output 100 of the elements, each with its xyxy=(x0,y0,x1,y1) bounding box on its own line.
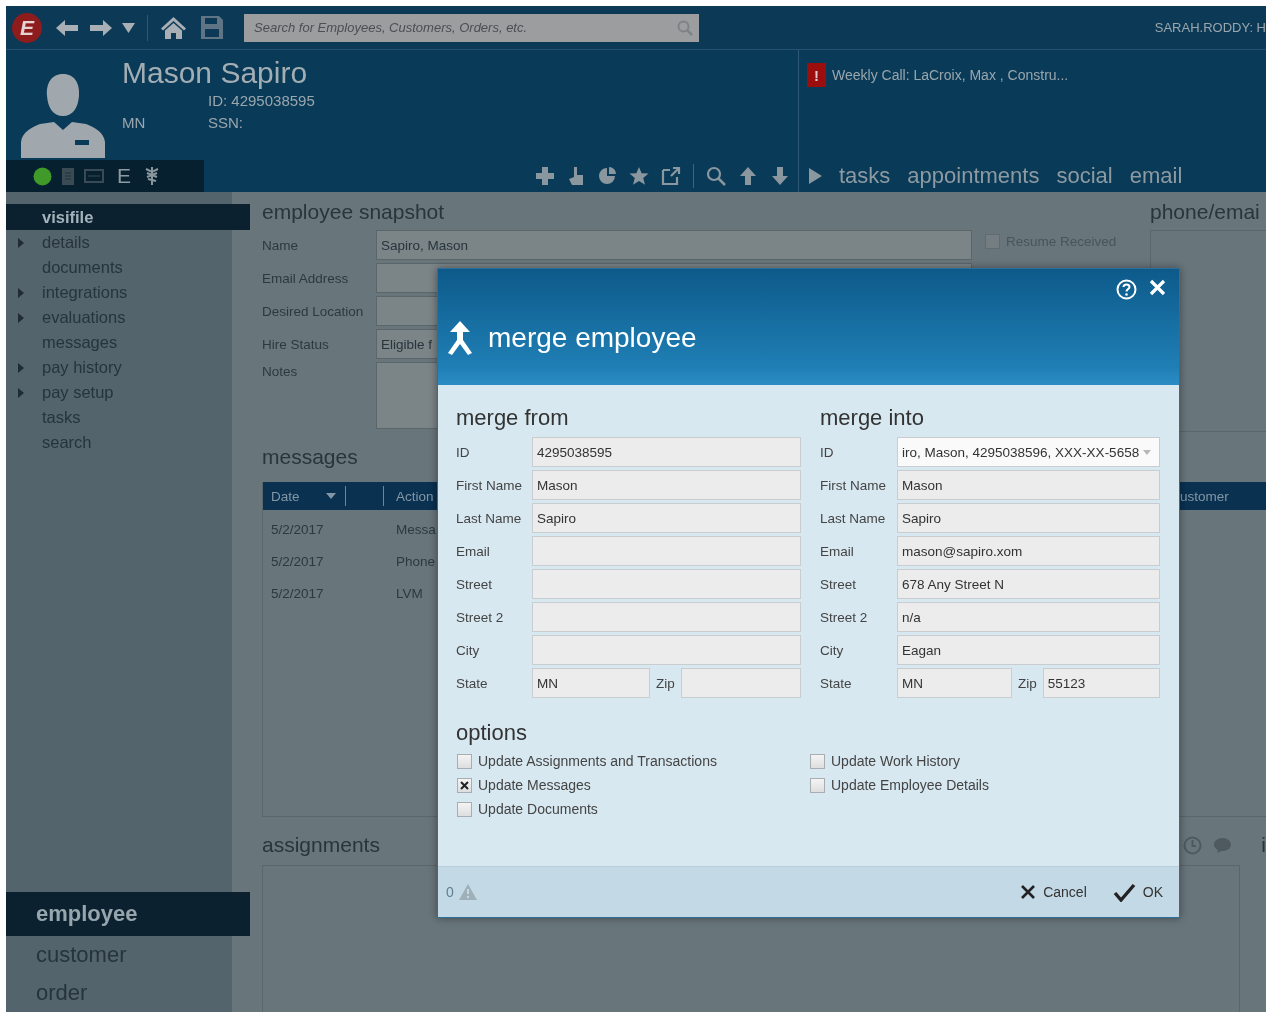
tab[interactable]: tasks xyxy=(839,163,891,189)
text-field[interactable]: Eagan xyxy=(897,635,1160,665)
option-checkbox[interactable]: Update Documents xyxy=(456,797,598,821)
text-field[interactable]: Mason xyxy=(897,470,1160,500)
column-header[interactable]: ustomer xyxy=(1180,482,1229,510)
text-field[interactable] xyxy=(532,569,801,599)
help-icon[interactable] xyxy=(1116,279,1137,300)
warning-count: 0 xyxy=(446,884,454,900)
down-arrow-icon[interactable] xyxy=(770,166,790,186)
option-checkbox[interactable]: Update Messages xyxy=(456,773,591,797)
ok-button[interactable]: OK xyxy=(1110,880,1165,904)
clipboard-icon[interactable] xyxy=(61,166,75,186)
hand-pointer-icon[interactable] xyxy=(567,166,585,186)
table-cell: LVM xyxy=(396,585,423,601)
text-field[interactable]: Sapiro xyxy=(897,503,1160,533)
field-label: Street xyxy=(820,575,858,594)
plus-icon[interactable] xyxy=(535,166,555,186)
field-label: City xyxy=(456,641,481,660)
cancel-button[interactable]: Cancel xyxy=(1018,880,1089,904)
tab[interactable]: email xyxy=(1129,163,1183,189)
option-checkbox[interactable]: Update Employee Details xyxy=(809,773,989,797)
id-text: ID: 4295038595 xyxy=(208,91,315,111)
dropdown-field[interactable]: iro, Mason, 4295038596, XXX-XX-5658 xyxy=(897,437,1160,467)
save-icon[interactable] xyxy=(200,15,224,40)
person-silhouette-icon xyxy=(20,72,106,158)
text-field[interactable]: 55123 xyxy=(1042,668,1160,698)
section-heading: employee snapshot xyxy=(262,199,445,225)
option-checkbox[interactable]: Update Work History xyxy=(809,749,960,773)
caret-down-icon[interactable] xyxy=(122,22,135,33)
table-cell-text: 5/2/2017 xyxy=(270,521,325,537)
expand-triangle-icon[interactable] xyxy=(18,237,24,248)
search-icon[interactable] xyxy=(706,166,726,186)
checkbox[interactable] xyxy=(457,777,472,793)
user-name[interactable]: SARAH.RODDY: H xyxy=(1154,20,1266,35)
field-label: Street 2 xyxy=(820,608,869,627)
text-field[interactable]: Mason xyxy=(532,470,801,500)
text-field[interactable]: MN xyxy=(532,668,650,698)
pie-chart-icon[interactable] xyxy=(597,166,617,186)
home-icon[interactable] xyxy=(160,15,187,40)
text-field[interactable]: Sapiro xyxy=(532,503,801,533)
section-heading: merge from xyxy=(456,405,570,431)
module-item[interactable]: employee xyxy=(6,892,250,936)
expand-triangle-icon[interactable] xyxy=(18,387,24,398)
field-label: First Name xyxy=(456,476,523,495)
text-field[interactable]: n/a xyxy=(897,602,1160,632)
x-icon xyxy=(1020,884,1037,900)
external-link-icon[interactable] xyxy=(661,166,681,186)
alert-text[interactable]: Weekly Call: LaCroix, Max , Constru... xyxy=(832,63,1069,87)
section-heading: merge into xyxy=(820,405,925,431)
clock-icon[interactable] xyxy=(1183,835,1203,855)
text-field[interactable] xyxy=(680,668,801,698)
option-checkbox[interactable]: Update Assignments and Transactions xyxy=(456,749,717,773)
text-field[interactable] xyxy=(532,635,801,665)
card-icon[interactable] xyxy=(84,169,104,183)
logo[interactable]: E xyxy=(12,12,42,43)
table-cell: Phone xyxy=(396,553,436,569)
table-cell-text: 5/2/2017 xyxy=(270,585,325,601)
text-field[interactable]: 678 Any Street N xyxy=(897,569,1160,599)
text-field[interactable] xyxy=(532,536,801,566)
play-icon[interactable] xyxy=(809,168,822,184)
field-label: State xyxy=(820,674,853,693)
up-arrow-icon[interactable] xyxy=(738,166,758,186)
checkbox[interactable] xyxy=(457,801,472,817)
checkbox[interactable] xyxy=(810,777,825,793)
field-label: Street 2 xyxy=(456,608,505,627)
field-label: Hire Status xyxy=(262,335,330,354)
column-header[interactable]: Date xyxy=(263,482,345,510)
sidebar-item[interactable]: visifile xyxy=(6,204,250,230)
field-label: Last Name xyxy=(456,509,523,528)
field-label: Zip xyxy=(655,674,676,693)
section-heading: options xyxy=(456,720,528,746)
text-field[interactable] xyxy=(532,602,801,632)
checkbox[interactable] xyxy=(810,753,825,769)
text-field[interactable]: mason@sapiro.xom xyxy=(897,536,1160,566)
check-icon xyxy=(1112,882,1136,902)
section-heading: assignments xyxy=(262,832,380,858)
dialog-title: merge employee xyxy=(488,322,697,354)
table-cell: Messa xyxy=(396,521,436,537)
chat-icon[interactable] xyxy=(1213,836,1233,854)
alert-badge: ! xyxy=(807,63,826,87)
tab[interactable]: social xyxy=(1056,163,1113,189)
field-label: Street xyxy=(456,575,494,594)
field-label: Email xyxy=(456,542,491,561)
text-field[interactable]: MN xyxy=(897,668,1012,698)
expand-triangle-icon[interactable] xyxy=(18,312,24,323)
expand-triangle-icon[interactable] xyxy=(18,362,24,373)
star-icon[interactable] xyxy=(629,166,649,186)
close-icon[interactable] xyxy=(1149,279,1166,296)
field-label: Email xyxy=(820,542,855,561)
back-arrow-icon[interactable] xyxy=(56,18,78,37)
sort-caret-icon[interactable] xyxy=(326,493,336,499)
expand-triangle-icon[interactable] xyxy=(18,287,24,298)
forward-arrow-icon[interactable] xyxy=(90,18,112,37)
tab[interactable]: appointments xyxy=(907,163,1040,189)
ssn-label: SSN: xyxy=(208,113,244,133)
field-label: Name xyxy=(262,236,299,255)
text-field[interactable]: 4295038595 xyxy=(532,437,801,467)
search-field[interactable]: Search for Employees, Customers, Orders, etc. xyxy=(244,13,699,42)
text-field[interactable]: Sapiro, Mason xyxy=(376,230,972,260)
checkbox[interactable] xyxy=(457,753,472,769)
